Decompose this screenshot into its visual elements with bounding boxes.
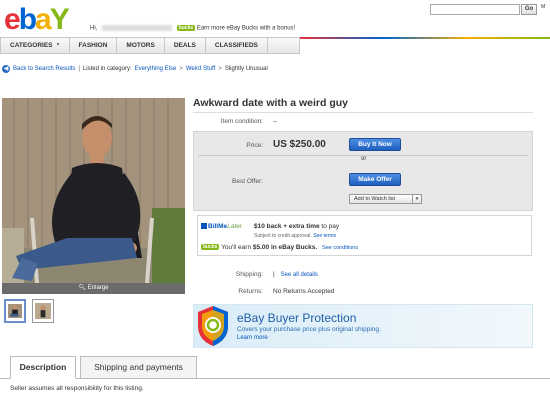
bml-offer-amount: $10 back + extra time xyxy=(254,223,320,230)
see-conditions-link[interactable]: See conditions xyxy=(322,245,358,251)
seller-responsibility-note: Seller assumes all responsibility for th… xyxy=(10,385,144,392)
enlarge-button[interactable]: 🔍︎ Enlarge xyxy=(2,283,185,294)
ebay-bucks-badge: bucks xyxy=(176,25,196,31)
enlarge-label: Enlarge xyxy=(87,285,109,291)
ebay-logo[interactable]: ebaY xyxy=(4,3,70,36)
bucks-text: You'll earn xyxy=(221,244,252,251)
my-ebay-link[interactable]: M xyxy=(541,4,545,10)
shipping-value: | See all details xyxy=(273,271,318,278)
divider xyxy=(193,112,533,113)
breadcrumb-divider: | xyxy=(78,66,80,72)
make-offer-button[interactable]: Make Offer xyxy=(349,173,401,186)
see-terms-link[interactable]: See terms xyxy=(313,233,336,239)
category-nav: CATEGORIES ▾ FASHION MOTORS DEALS CLASSI… xyxy=(0,37,300,54)
breadcrumb-weird-stuff[interactable]: Weird Stuff xyxy=(186,66,215,72)
tab-shipping-and-payments[interactable]: Shipping and payments xyxy=(80,356,197,379)
search-go-button[interactable]: Go xyxy=(521,4,537,15)
brand-color-line xyxy=(300,37,550,39)
nav-classifieds[interactable]: CLASSIFIEDS xyxy=(206,38,268,53)
logo-letter-y: Y xyxy=(49,3,70,36)
bml-credit-note: Subject to credit approval. xyxy=(254,233,312,239)
price-value: US $250.00 xyxy=(273,139,326,150)
nav-deals[interactable]: DEALS xyxy=(165,38,206,53)
bill-me-later-logo: BillMeLater xyxy=(201,223,242,230)
shipping-divider: | xyxy=(273,271,275,278)
bucks-amount: $5.00 in eBay Bucks. xyxy=(252,244,318,251)
greeting-promo-link[interactable]: Earn more eBay Bucks with a bonus! xyxy=(197,26,295,32)
watch-list-label: Add to Watch list xyxy=(354,196,396,202)
ebay-bucks-line: bucks You'll earn $5.00 in eBay Bucks. S… xyxy=(201,244,358,251)
bml-brand: BillMe xyxy=(208,223,228,230)
blurred-username xyxy=(102,25,173,31)
logo-letter-b: b xyxy=(18,3,37,36)
thumbnail-strip xyxy=(4,299,54,323)
breadcrumb-separator: > xyxy=(179,66,183,72)
breadcrumb: ◀ Back to Search Results | Listed in cat… xyxy=(2,65,268,73)
breadcrumb-slightly-unusual[interactable]: Slightly Unusual xyxy=(225,66,268,72)
breadcrumb-separator: > xyxy=(218,66,222,72)
buyer-protection-subtitle: Covers your purchase price plus original… xyxy=(237,326,381,333)
shield-icon xyxy=(198,306,228,346)
thumbnail-2-image xyxy=(35,303,51,319)
nav-motors[interactable]: MOTORS xyxy=(117,38,165,53)
see-all-details-link[interactable]: See all details xyxy=(281,272,318,278)
logo-letter-e: e xyxy=(4,3,21,36)
shipping-label: Shipping: xyxy=(235,271,263,278)
nav-categories[interactable]: CATEGORIES ▾ xyxy=(1,38,70,53)
returns-label: Returns: xyxy=(238,288,263,295)
back-arrow-icon[interactable]: ◀ xyxy=(2,65,10,73)
thumbnail-1-image xyxy=(8,304,22,318)
price-label: Price: xyxy=(246,142,263,149)
greeting-prefix: Hi, xyxy=(90,25,98,32)
condition-value: -- xyxy=(273,118,278,125)
greeting: Hi, bucks Earn more eBay Bucks with a bo… xyxy=(90,25,295,32)
tab-description[interactable]: Description xyxy=(10,356,76,379)
nav-fashion[interactable]: FASHION xyxy=(70,38,118,53)
bml-later: Later xyxy=(227,223,242,230)
bml-square-icon xyxy=(201,223,207,229)
best-offer-label: Best Offer: xyxy=(232,178,263,185)
thumbnail-2[interactable] xyxy=(32,299,54,323)
magnifier-icon: 🔍︎ xyxy=(78,285,87,291)
returns-value: No Returns Accepted xyxy=(273,288,335,295)
chevron-down-icon: ▾ xyxy=(56,42,60,48)
breadcrumb-everything-else[interactable]: Everything Else xyxy=(135,66,177,72)
chevron-down-icon[interactable]: ▾ xyxy=(412,195,421,203)
search-input[interactable] xyxy=(430,4,520,15)
man-in-chair-photo xyxy=(2,98,185,283)
learn-more-link[interactable]: Learn more xyxy=(237,335,268,341)
item-photo[interactable] xyxy=(2,98,185,283)
buy-it-now-button[interactable]: Buy It Now xyxy=(349,138,401,151)
condition-label: Item condition: xyxy=(220,118,263,125)
back-to-results-link[interactable]: Back to Search Results xyxy=(13,66,75,72)
item-title: Awkward date with a weird guy xyxy=(193,97,349,109)
buyer-protection-title: eBay Buyer Protection xyxy=(237,311,357,325)
or-separator: or xyxy=(361,156,367,162)
bml-offer: $10 back + extra time to pay xyxy=(254,223,339,230)
listed-in-label: Listed in category: xyxy=(82,66,132,72)
bml-subtext: Subject to credit approval. See terms xyxy=(254,233,336,239)
ebay-bucks-badge: bucks xyxy=(201,244,220,251)
thumbnail-1[interactable] xyxy=(4,299,26,323)
nav-categories-label: CATEGORIES xyxy=(10,42,53,49)
bml-offer-suffix: to pay xyxy=(321,223,340,230)
logo-letter-a: a xyxy=(35,3,52,36)
add-to-watch-list-button[interactable]: Add to Watch list ▾ xyxy=(349,194,422,204)
